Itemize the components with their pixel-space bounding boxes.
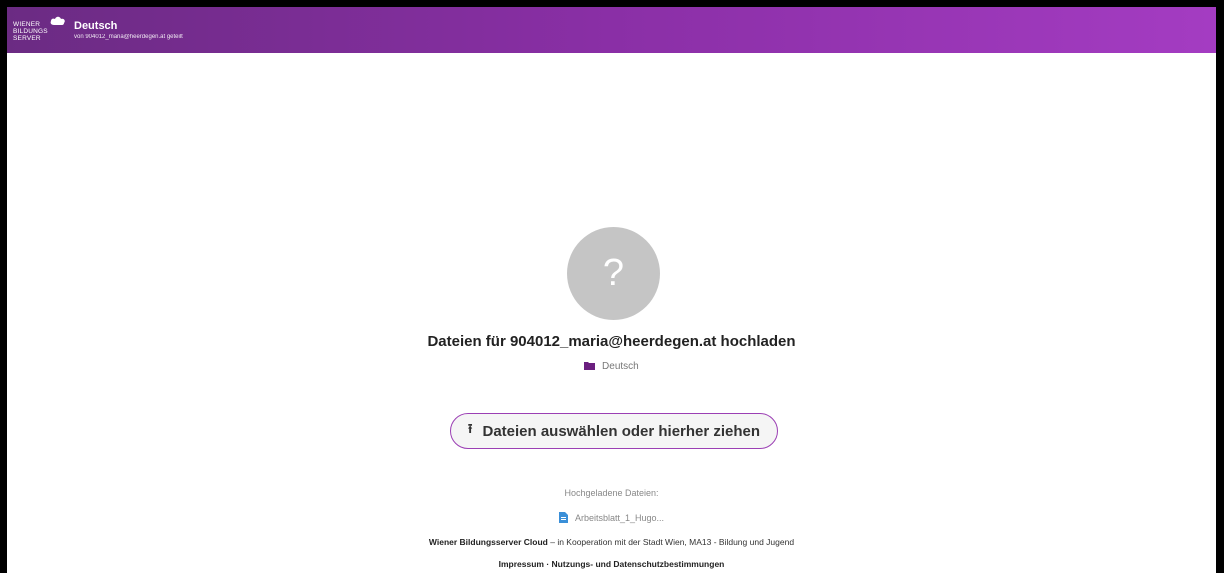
document-icon xyxy=(558,512,568,523)
logo-line-2: BILDUNGS xyxy=(13,28,48,35)
footer-org-name: Wiener Bildungsserver Cloud xyxy=(428,537,548,547)
upload-icon: ⭱ xyxy=(467,421,473,436)
avatar: ? xyxy=(567,227,660,320)
header-bar: WIENER BILDUNGS SERVER Deutsch von 90401… xyxy=(7,7,1216,53)
impressum-link[interactable]: Impressum xyxy=(499,559,544,569)
upload-files-button[interactable]: ⭱ Dateien auswählen oder hierher ziehen xyxy=(450,413,778,449)
footer-credit: Wiener Bildungsserver Cloud – in Koopera… xyxy=(7,537,1216,547)
page-frame: WIENER BILDUNGS SERVER Deutsch von 90401… xyxy=(7,7,1216,573)
share-subtitle: von 904012_maria@heerdegen.at geteilt xyxy=(74,34,183,40)
folder-icon xyxy=(584,362,596,370)
uploaded-file-name: Arbeitsblatt_1_Hugo... xyxy=(574,513,665,523)
wiener-bildungsserver-logo[interactable]: WIENER BILDUNGS SERVER xyxy=(13,15,68,47)
footer-tagline: – in Kooperation mit der Stadt Wien, MA1… xyxy=(547,537,795,547)
folder-breadcrumb: Deutsch xyxy=(7,361,1216,372)
share-title-block: Deutsch von 904012_maria@heerdegen.at ge… xyxy=(74,20,183,41)
logo-line-3: SERVER xyxy=(13,35,41,42)
share-title: Deutsch xyxy=(74,20,118,32)
cloud-icon xyxy=(50,16,65,25)
uploaded-files-label: Hochgeladene Dateien: xyxy=(564,488,659,498)
footer-separator: · xyxy=(543,559,552,569)
footer-links: Impressum · Nutzungs- und Datenschutzbes… xyxy=(7,559,1216,569)
avatar-placeholder: ? xyxy=(602,252,625,294)
upload-button-label: Dateien auswählen oder hierher ziehen xyxy=(482,422,761,440)
logo-text: WIENER BILDUNGS SERVER xyxy=(13,21,48,42)
upload-title: Dateien für 904012_maria@heerdegen.at ho… xyxy=(427,333,796,350)
logo-line-1: WIENER xyxy=(13,21,41,28)
privacy-link[interactable]: Nutzungs- und Datenschutzbestimmungen xyxy=(552,559,725,569)
uploaded-file-item[interactable]: Arbeitsblatt_1_Hugo... xyxy=(7,512,1216,523)
folder-name: Deutsch xyxy=(602,361,639,372)
